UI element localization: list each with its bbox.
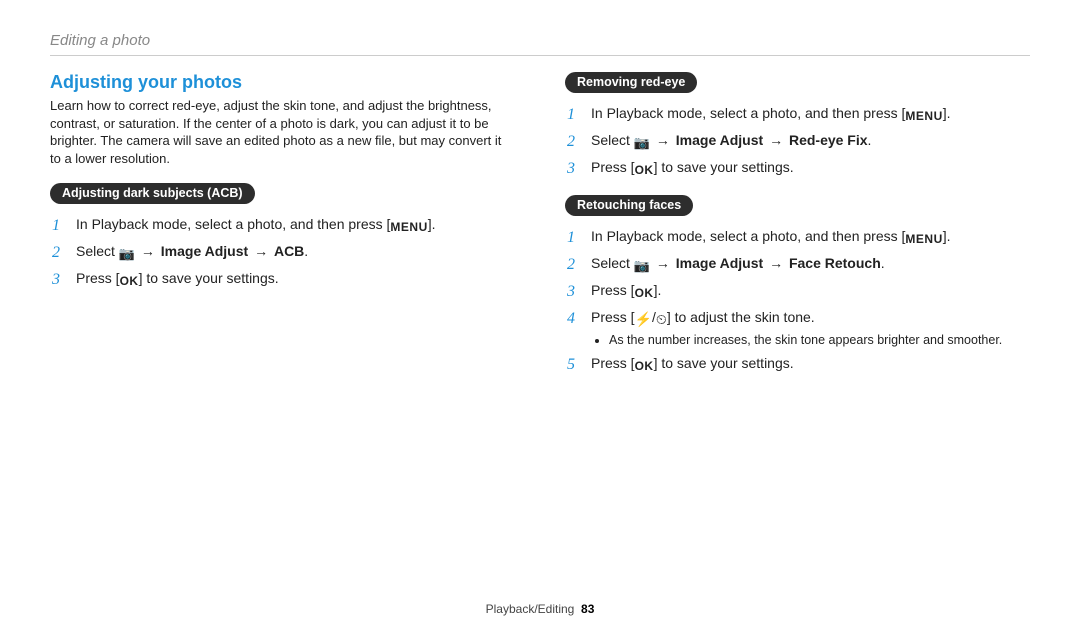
subsection-pill-faces: Retouching faces	[565, 195, 693, 216]
arrow-icon: →	[252, 243, 270, 259]
step-text: ].	[428, 216, 436, 232]
step-text: Select	[591, 132, 634, 148]
step-text: ].	[654, 282, 662, 298]
menu-path-item: Image Adjust	[161, 243, 248, 259]
divider	[50, 55, 1030, 56]
punct: .	[868, 132, 872, 148]
step-item: Press [OK] to save your settings.	[565, 157, 1030, 180]
right-column: Removing red-eye In Playback mode, selec…	[565, 70, 1030, 594]
step-item: Select 📷 → Image Adjust → Face Retouch.	[565, 253, 1030, 276]
flash-icon: ⚡	[635, 309, 652, 331]
step-sublist: As the number increases, the skin tone a…	[591, 332, 1030, 349]
step-item: Select 📷 → Image Adjust → ACB.	[50, 241, 515, 264]
step-item: Press [OK].	[565, 280, 1030, 303]
step-text: Press [	[591, 309, 635, 325]
step-text: Press [	[591, 282, 635, 298]
step-text: Select	[591, 255, 634, 271]
step-item: Press [OK] to save your settings.	[50, 268, 515, 291]
step-text: Select	[76, 243, 119, 259]
step-item: Press [⚡/⏲] to adjust the skin tone. As …	[565, 307, 1030, 350]
ok-icon: OK	[635, 161, 654, 180]
ok-icon: OK	[635, 357, 654, 376]
content-columns: Adjusting your photos Learn how to corre…	[50, 70, 1030, 594]
menu-path-item: ACB	[274, 243, 304, 259]
step-text: ] to adjust the skin tone.	[667, 309, 815, 325]
step-text: Press [	[591, 159, 635, 175]
step-item: Press [OK] to save your settings.	[565, 353, 1030, 376]
arrow-icon: →	[767, 132, 785, 148]
arrow-icon: →	[654, 132, 672, 148]
menu-path-item: Image Adjust	[676, 132, 763, 148]
step-text: In Playback mode, select a photo, and th…	[591, 228, 905, 244]
step-text: ].	[943, 105, 951, 121]
arrow-icon: →	[139, 243, 157, 259]
menu-path-item: Red-eye Fix	[789, 132, 868, 148]
arrow-icon: →	[654, 255, 672, 271]
subsection-pill-acb: Adjusting dark subjects (ACB)	[50, 183, 255, 204]
camera-icon: 📷	[634, 256, 650, 276]
step-sub-item: As the number increases, the skin tone a…	[609, 332, 1030, 349]
ok-icon: OK	[635, 284, 654, 303]
step-item: In Playback mode, select a photo, and th…	[565, 226, 1030, 249]
step-text: In Playback mode, select a photo, and th…	[591, 105, 905, 121]
punct: .	[881, 255, 885, 271]
step-text: Press [	[591, 355, 635, 371]
camera-icon: 📷	[119, 244, 135, 264]
menu-path-item: Face Retouch	[789, 255, 881, 271]
step-text: ].	[943, 228, 951, 244]
step-text: Press [	[76, 270, 120, 286]
intro-paragraph: Learn how to correct red-eye, adjust the…	[50, 97, 515, 167]
steps-faces: In Playback mode, select a photo, and th…	[565, 226, 1030, 375]
timer-icon: ⏲	[656, 309, 667, 331]
step-text: In Playback mode, select a photo, and th…	[76, 216, 390, 232]
camera-icon: 📷	[634, 133, 650, 153]
steps-redeye: In Playback mode, select a photo, and th…	[565, 103, 1030, 179]
section-heading: Adjusting your photos	[50, 72, 515, 93]
punct: .	[304, 243, 308, 259]
step-text: ] to save your settings.	[139, 270, 279, 286]
menu-icon: MENU	[905, 230, 942, 249]
step-item: In Playback mode, select a photo, and th…	[50, 214, 515, 237]
step-item: In Playback mode, select a photo, and th…	[565, 103, 1030, 126]
menu-icon: MENU	[905, 107, 942, 126]
ok-icon: OK	[120, 272, 139, 291]
menu-path-item: Image Adjust	[676, 255, 763, 271]
step-item: Select 📷 → Image Adjust → Red-eye Fix.	[565, 130, 1030, 153]
menu-icon: MENU	[390, 218, 427, 237]
step-text: ] to save your settings.	[654, 159, 794, 175]
page-number: 83	[581, 602, 594, 616]
steps-acb: In Playback mode, select a photo, and th…	[50, 214, 515, 290]
subsection-pill-redeye: Removing red-eye	[565, 72, 697, 93]
footer: Playback/Editing 83	[50, 594, 1030, 630]
footer-section: Playback/Editing	[486, 602, 575, 616]
left-column: Adjusting your photos Learn how to corre…	[50, 70, 515, 594]
breadcrumb: Editing a photo	[50, 32, 1030, 49]
step-text: ] to save your settings.	[654, 355, 794, 371]
arrow-icon: →	[767, 255, 785, 271]
